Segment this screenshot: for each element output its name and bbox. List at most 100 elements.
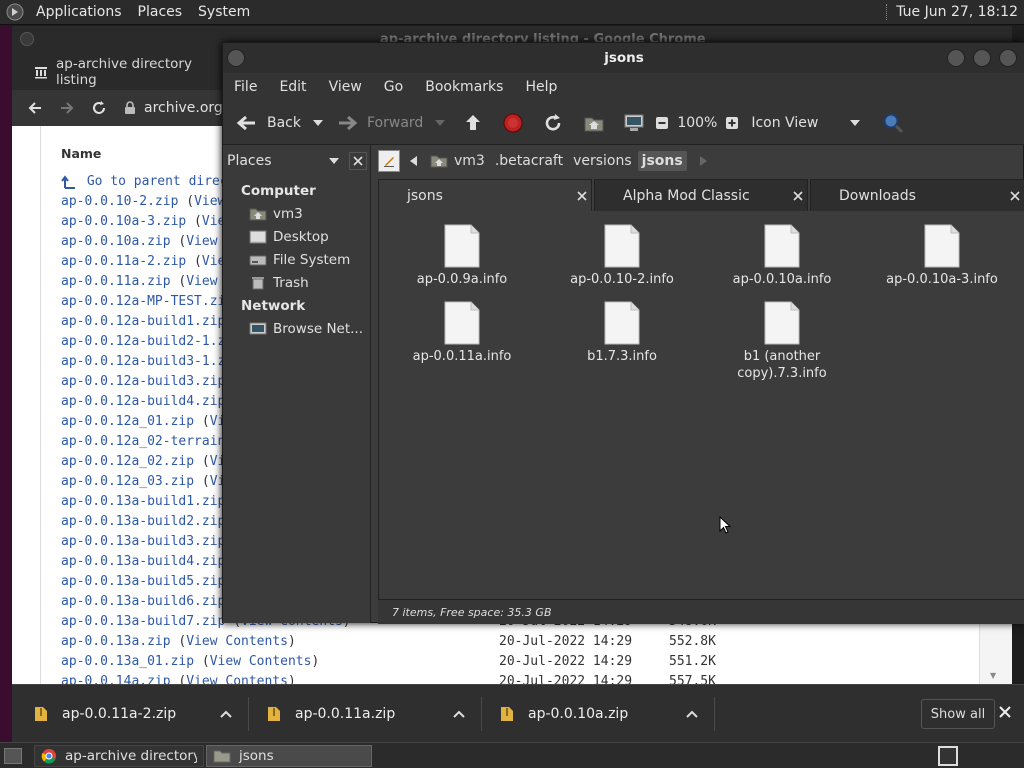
chevron-up-icon[interactable] [686,710,698,718]
forward-arrow-icon[interactable] [58,99,76,117]
up-icon[interactable] [463,113,483,133]
crumb-versions[interactable]: versions [569,151,636,171]
download-item[interactable]: ap-0.0.11a.zip [267,685,465,743]
tab-jsons[interactable]: jsons [378,179,592,211]
file-link[interactable]: ap-0.0.13a-build3.zip [61,534,225,549]
sidebar-item-trash[interactable]: Trash [249,272,309,294]
chrome-tab[interactable]: ap-archive directory listing [22,54,227,90]
back-button[interactable]: Back [235,113,301,133]
file-item[interactable]: b1.7.3.info [547,300,697,365]
file-link[interactable]: ap-0.0.12a-build3-1.zip [61,354,241,369]
file-link[interactable]: ap-0.0.12a-build2-1.zip [61,334,241,349]
view-contents-link[interactable]: View Contents [186,634,288,649]
sidebar-item-browse-network[interactable]: Browse Net... [249,318,363,340]
sidebar-title[interactable]: Places [227,153,272,169]
close-sidebar-icon[interactable] [349,152,367,170]
close-tab-icon[interactable] [577,190,587,201]
view-contents-link[interactable]: View Contents [210,654,312,669]
system-menu[interactable]: System [190,0,258,25]
file-link[interactable]: ap-0.0.10a-3.zip [61,214,186,229]
file-link[interactable]: ap-0.0.12a_02.zip [61,454,194,469]
file-item[interactable]: ap-0.0.10-2.info [547,223,697,288]
places-menu[interactable]: Places [130,0,191,25]
file-link[interactable]: ap-0.0.12a-build4.zip [61,394,225,409]
menu-bookmarks[interactable]: Bookmarks [414,79,514,95]
lock-icon[interactable] [124,101,136,115]
forward-button[interactable]: Forward [337,113,423,133]
file-item[interactable]: ap-0.0.10a-3.info [867,223,1017,288]
file-item[interactable]: ap-0.0.10a.info [707,223,857,288]
menu-file[interactable]: File [223,79,268,95]
file-link[interactable]: ap-0.0.11a.zip [61,274,171,289]
listing-row[interactable]: ap-0.0.13a_01.zip (View Contents) [61,654,319,674]
file-link[interactable]: ap-0.0.13a-build6.zip [61,594,225,609]
zoom-level[interactable]: 100% [677,115,717,131]
zoom-in-icon[interactable] [725,116,739,130]
workspace-switcher[interactable] [938,745,958,766]
menu-edit[interactable]: Edit [268,79,317,95]
file-item[interactable]: b1 (another copy).7.3.info [707,300,857,382]
file-link[interactable]: ap-0.0.13a-build1.zip [61,494,225,509]
file-link[interactable]: ap-0.0.14a.zip [61,674,171,684]
view-mode-dropdown-icon[interactable] [850,119,861,126]
show-desktop-icon[interactable] [4,747,22,764]
home-icon[interactable] [583,113,605,133]
chevron-up-icon[interactable] [453,710,465,718]
taskbar-jsons[interactable]: jsons [206,744,372,767]
file-link[interactable]: ap-0.0.13a-build5.zip [61,574,225,589]
close-button[interactable] [999,49,1017,67]
file-link[interactable]: ap-0.0.11a-2.zip [61,254,186,269]
gnome-foot-icon[interactable] [0,3,28,21]
file-item[interactable]: ap-0.0.11a.info [387,300,537,365]
listing-row[interactable]: ap-0.0.14a.zip (View Contents) [61,674,296,684]
sidebar-item-desktop[interactable]: Desktop [249,226,329,248]
name-column-header[interactable]: Name [61,146,101,161]
chrome-window-button[interactable] [20,32,34,46]
crumb-betacraft[interactable]: .betacraft [491,151,567,171]
download-item[interactable]: ap-0.0.10a.zip [500,685,698,743]
forward-history-dropdown-icon[interactable] [435,119,446,126]
computer-icon[interactable] [623,113,645,133]
reload-icon[interactable] [90,99,108,117]
file-icon-view[interactable]: ap-0.0.9a.info ap-0.0.10-2.info ap-0.0.1… [378,211,1024,599]
clock[interactable]: Tue Jun 27, 18:12 [896,4,1018,20]
minimize-button[interactable] [947,49,965,67]
stop-icon[interactable] [503,113,523,133]
chevron-up-icon[interactable] [220,710,232,718]
taskbar-chrome[interactable]: ap-archive directory... [34,744,204,767]
view-contents-link[interactable]: View Contents [186,674,288,684]
crumb-vm3[interactable]: vm3 [426,151,489,171]
maximize-button[interactable] [973,49,991,67]
show-all-button[interactable]: Show all [921,699,995,729]
zoom-out-icon[interactable] [655,116,669,130]
reload-icon[interactable] [543,113,563,133]
view-mode-select[interactable]: Icon View [751,115,818,131]
file-link[interactable]: ap-0.0.13a-build4.zip [61,554,225,569]
back-history-dropdown-icon[interactable] [313,119,323,126]
window-menu-button[interactable] [227,49,245,67]
file-link[interactable]: ap-0.0.13a.zip [61,634,171,649]
tab-alpha-mod-classic[interactable]: Alpha Mod Classic [594,179,808,211]
listing-row[interactable]: ap-0.0.13a.zip (View Contents) [61,634,296,654]
path-scroll-left-icon[interactable] [410,156,418,166]
file-link[interactable]: ap-0.0.12a-MP-TEST.zip [61,294,233,309]
file-link[interactable]: ap-0.0.12a-build3.zip [61,374,225,389]
back-arrow-icon[interactable] [26,99,44,117]
tab-downloads[interactable]: Downloads [810,179,1024,211]
crumb-jsons[interactable]: jsons [637,151,687,171]
file-link[interactable]: ap-0.0.12a-build1.zip [61,314,225,329]
file-link[interactable]: ap-0.0.10a.zip [61,234,171,249]
close-downloads-icon[interactable] [998,705,1012,719]
download-item[interactable]: ap-0.0.11a-2.zip [34,685,232,743]
sidebar-dropdown-icon[interactable] [329,158,339,164]
menu-go[interactable]: Go [373,79,414,95]
file-link[interactable]: ap-0.0.10-2.zip [61,194,178,209]
close-tab-icon[interactable] [1010,190,1020,201]
close-tab-icon[interactable] [793,190,803,201]
file-link[interactable]: ap-0.0.13a-build2.zip [61,514,225,529]
file-manager-titlebar[interactable]: jsons [223,43,1024,73]
edit-location-icon[interactable] [378,150,400,172]
file-item[interactable]: ap-0.0.9a.info [387,223,537,288]
path-scroll-right-icon[interactable] [699,156,707,166]
url-bar[interactable]: archive.org [144,100,223,116]
